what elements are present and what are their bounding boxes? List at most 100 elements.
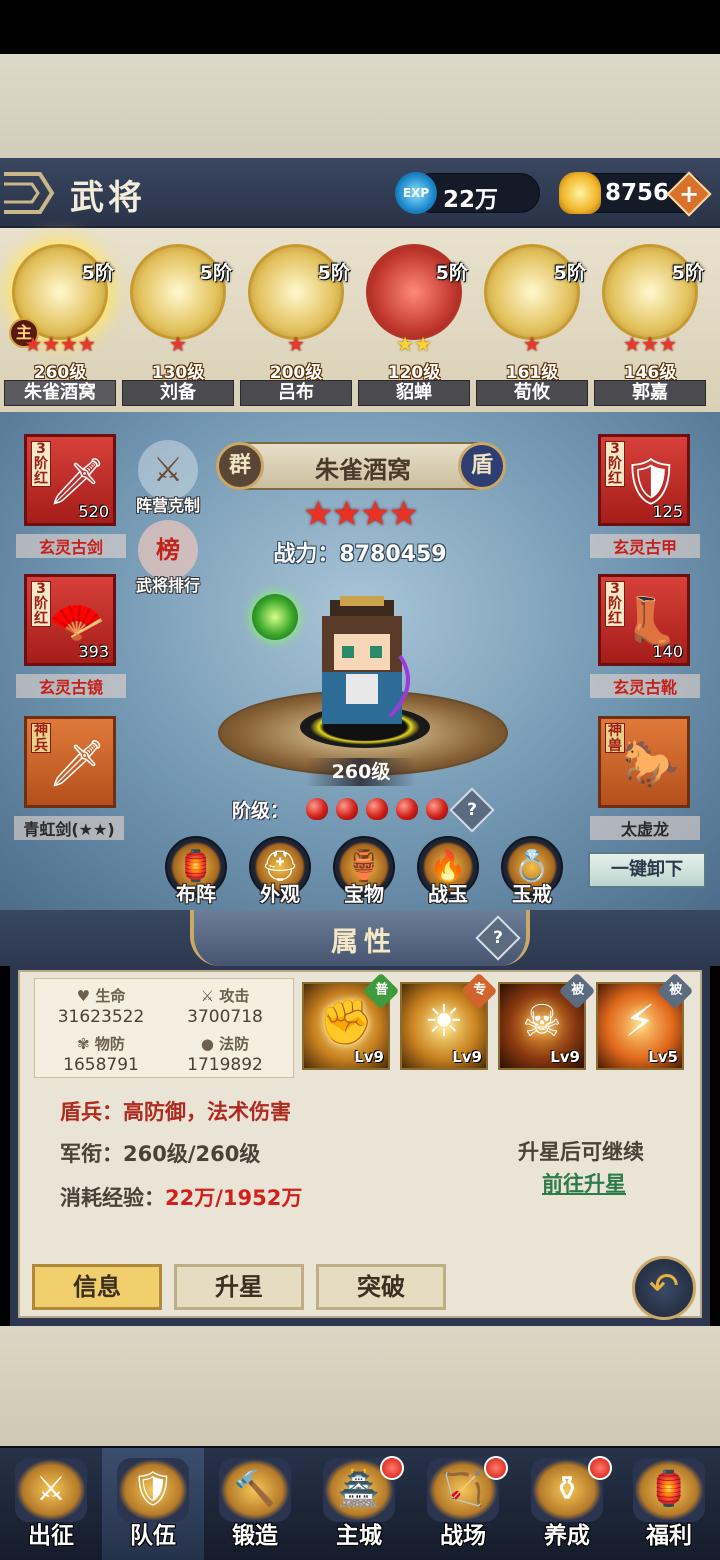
equip-label: 太虚龙 (590, 816, 700, 840)
gift-pavilion-icon: 🏮 (633, 1458, 705, 1522)
hero-name: 吕布 (240, 380, 352, 406)
roster-slot-4[interactable]: 5阶 ★★ 120级 貂蝉 (358, 236, 470, 406)
notification-dot (588, 1456, 612, 1480)
war-jade-button[interactable]: 🔥 战玉 (414, 836, 482, 906)
tab-info[interactable]: 信息 (32, 1264, 162, 1310)
nav-cultivate[interactable]: ⚱ 养成 (516, 1448, 618, 1560)
item-count: 393 (78, 642, 109, 661)
top-parchment (0, 54, 720, 158)
bottom-nav: ⚔ 出征 🛡 队伍 🔨 锻造 🏯 主城 🏹 战场 ⚱ 养成 🏮 福利 (0, 1446, 720, 1560)
go-star-up-link[interactable]: 前往升星 (542, 1168, 626, 1198)
star-rating: ★ (287, 332, 305, 356)
skill-slot-4[interactable]: ⚡ 被 Lv5 (596, 972, 694, 1070)
crossed-swords-icon: ⚔ (200, 987, 215, 1005)
equip-slot-divine-weapon[interactable]: 神 兵 🗡 (24, 716, 116, 808)
hero-star-rating: ★★★★ (303, 494, 419, 534)
tier-badge: 5阶 (553, 262, 586, 284)
menu-emblem-icon[interactable] (0, 164, 58, 222)
nav-expedition[interactable]: ⚔ 出征 (0, 1448, 102, 1560)
gold-ingot-icon (559, 172, 601, 214)
equip-label: 玄灵古靴 (590, 674, 700, 698)
plus-icon[interactable]: + (666, 171, 712, 217)
helmet-icon: ● (200, 1035, 214, 1053)
forge-icon: 🔨 (219, 1458, 291, 1522)
hero-sprite[interactable] (300, 596, 424, 732)
military-rank: 军衔：260级/260级 (60, 1142, 261, 1166)
star-rating: ★ (523, 332, 541, 356)
treasure-button[interactable]: 🏺 宝物 (330, 836, 398, 906)
bottom-parchment (0, 1326, 720, 1446)
jade-ring-button[interactable]: 💍 玉戒 (498, 836, 566, 906)
equip-label: 青虹剑(★★) (14, 816, 124, 840)
appearance-button[interactable]: ⛑ 外观 (246, 836, 314, 906)
hero-name-title: 朱雀酒窝 (315, 456, 411, 484)
hero-name: 貂蝉 (358, 380, 470, 406)
spirit-orb-icon[interactable] (252, 594, 298, 640)
tab-star-up[interactable]: 升星 (174, 1264, 304, 1310)
gold-resource: 8756 + (559, 171, 712, 217)
status-bar-area (0, 0, 720, 54)
unequip-all-button[interactable]: 一键卸下 (588, 852, 706, 888)
skill-level: Lv9 (550, 1048, 580, 1066)
tier-badge: 5阶 (199, 262, 232, 284)
tier-badge: 5阶 (671, 262, 704, 284)
nav-battlefield[interactable]: 🏹 战场 (412, 1448, 514, 1560)
expedition-icon: ⚔ (15, 1458, 87, 1522)
equip-label: 玄灵古镜 (16, 674, 126, 698)
rank-gem (396, 798, 418, 820)
exp-consumption: 消耗经验：22万/1952万 (60, 1186, 303, 1210)
skill-slot-1[interactable]: ✊ 普 Lv9 (302, 972, 400, 1070)
class-badge: 盾 (458, 442, 506, 490)
tab-breakthrough[interactable]: 突破 (316, 1264, 446, 1310)
equip-slot-mirror[interactable]: 3 阶 红 🪭 393 (24, 574, 116, 666)
star-up-hint: 升星后可继续 (518, 1140, 644, 1164)
hero-name: 荀攸 (476, 380, 588, 406)
skill-level: Lv9 (354, 1048, 384, 1066)
tier-badge: 5阶 (317, 262, 350, 284)
roster-slot-2[interactable]: 5阶 ★ 130级 刘备 (122, 236, 234, 406)
gold-value: 8756 (605, 180, 670, 206)
app-root: 武将 EXP 22万 8756 + 5阶 主 ★★★★ 260级 朱雀酒窝 5阶… (0, 0, 720, 1560)
roster-slot-3[interactable]: 5阶 ★ 200级 吕布 (240, 236, 352, 406)
roster-slot-1[interactable]: 5阶 主 ★★★★ 260级 朱雀酒窝 (4, 236, 116, 406)
skill-level: Lv9 (452, 1048, 482, 1066)
hero-name: 刘备 (122, 380, 234, 406)
hero-roster: 5阶 主 ★★★★ 260级 朱雀酒窝 5阶 ★ 130级 刘备 5阶 ★ 20… (0, 228, 720, 412)
stat-magic-defense: ● 法防 1719892 (187, 1035, 263, 1075)
page-title: 武将 (70, 178, 146, 218)
skill-slot-3[interactable]: ☠ 被 Lv9 (498, 972, 596, 1070)
troop-type-desc: 盾兵：高防御，法术伤害 (60, 1100, 291, 1124)
stats-box: ♥ 生命 31623522 ⚔ 攻击 3700718 ✾ 物防 1658791 … (34, 978, 294, 1078)
formation-button[interactable]: 🏮 布阵 (162, 836, 230, 906)
heart-icon: ♥ (76, 987, 91, 1005)
hero-name: 郭嘉 (594, 380, 706, 406)
header-bar: 武将 EXP 22万 8756 + (0, 158, 720, 228)
nav-main-city[interactable]: 🏯 主城 (308, 1448, 410, 1560)
hero-level-banner: 260级 (306, 758, 416, 786)
horse-icon: 🐎 (622, 736, 680, 790)
back-arrow-icon[interactable]: ↶ (632, 1256, 696, 1320)
nav-forge[interactable]: 🔨 锻造 (204, 1448, 306, 1560)
rank-gem (366, 798, 388, 820)
hero-name-plate: 群 朱雀酒窝 盾 (216, 442, 506, 490)
roster-slot-6[interactable]: 5阶 ★★★ 146级 郭嘉 (594, 236, 706, 406)
divine-sword-icon: 🗡 (47, 736, 107, 790)
exp-icon: EXP (395, 172, 437, 214)
crossed-swords-icon: ⚔ (138, 440, 198, 500)
rank-gem (306, 798, 328, 820)
combat-power: 战力：8780459 (273, 542, 447, 567)
faction-badge: 群 (216, 442, 264, 490)
nav-team[interactable]: 🛡 队伍 (102, 1448, 204, 1560)
nav-welfare[interactable]: 🏮 福利 (618, 1448, 720, 1560)
equip-slot-mount[interactable]: 神 兽 🐎 (598, 716, 690, 808)
tier-badge: 5阶 (435, 262, 468, 284)
notification-dot (484, 1456, 508, 1480)
roster-slot-5[interactable]: 5阶 ★ 161级 荀攸 (476, 236, 588, 406)
stat-hp: ♥ 生命 31623522 (57, 987, 145, 1027)
exp-resource: EXP 22万 (395, 172, 540, 214)
rank-gem (336, 798, 358, 820)
notification-dot (380, 1456, 404, 1480)
item-count: 140 (652, 642, 683, 661)
skill-slot-2[interactable]: ☀ 专 Lv9 (400, 972, 498, 1070)
equip-slot-boots[interactable]: 3 阶 红 👢 140 (598, 574, 690, 666)
